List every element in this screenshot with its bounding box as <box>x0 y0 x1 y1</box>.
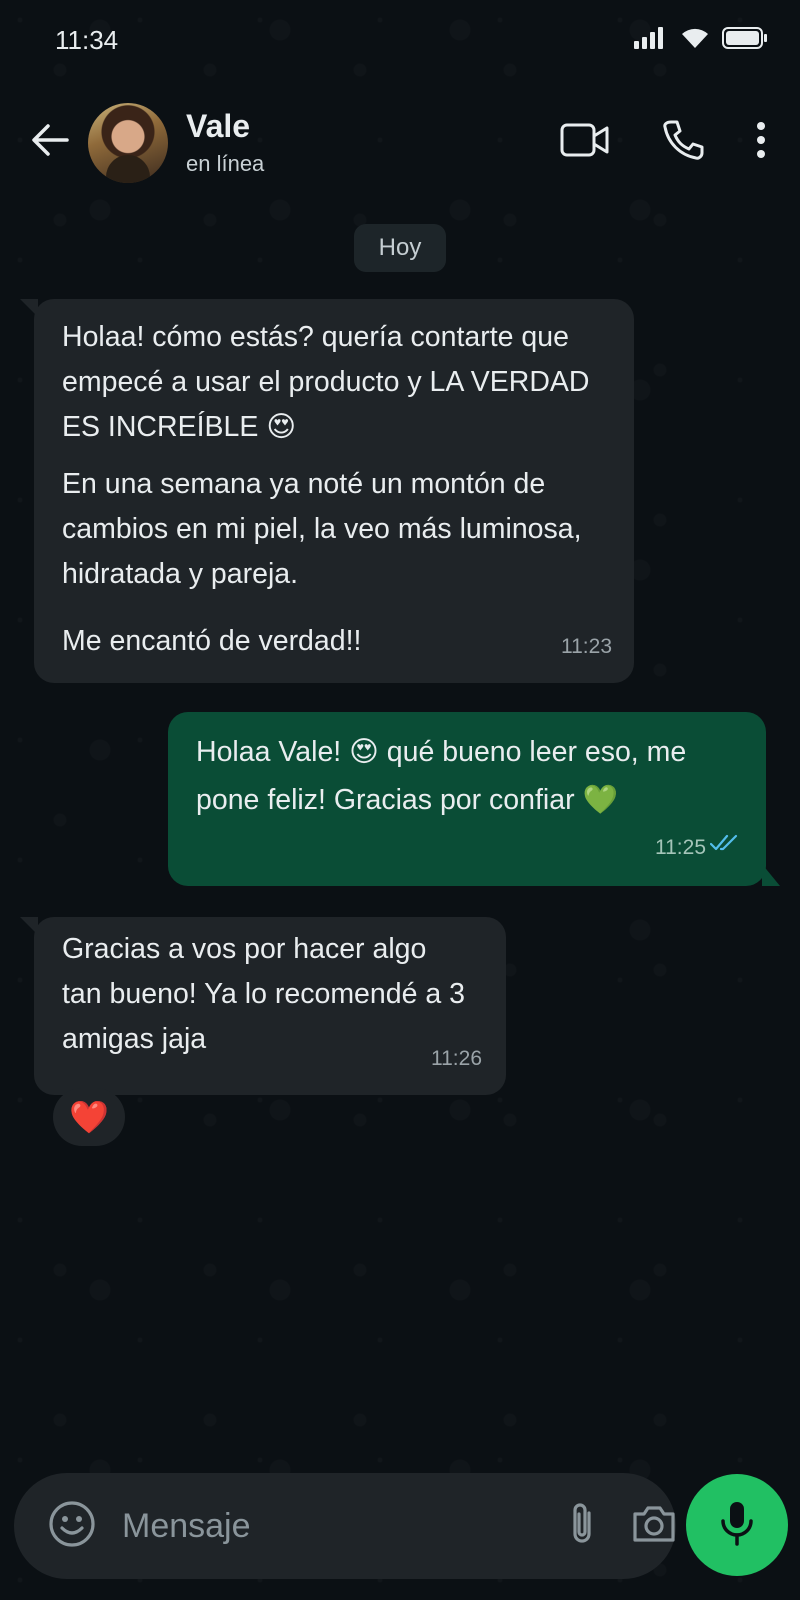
wifi-icon <box>680 26 710 55</box>
chat-header: Vale en línea <box>0 90 800 195</box>
message-input[interactable] <box>120 1505 567 1547</box>
double-check-icon <box>709 821 742 866</box>
video-call-button[interactable] <box>560 122 610 163</box>
header-actions <box>560 119 772 166</box>
date-chip: Hoy <box>354 224 446 272</box>
battery-icon <box>722 26 768 54</box>
emoji-icon <box>48 1500 96 1553</box>
message-text: Me encantó de verdad!! <box>62 625 362 657</box>
mic-icon <box>719 1500 755 1551</box>
bubble-tail <box>20 299 38 317</box>
reaction-badge[interactable]: ❤️ <box>53 1088 125 1146</box>
message-time: 11:25 <box>655 836 706 859</box>
status-time: 11:34 <box>55 24 119 55</box>
emoji-button[interactable] <box>48 1500 96 1553</box>
attach-icon <box>567 1501 597 1552</box>
more-options-button[interactable] <box>756 121 766 164</box>
message-text: Holaa! cómo estás? quería contarte que e… <box>62 321 590 443</box>
back-arrow-icon <box>31 123 69 162</box>
attach-button[interactable] <box>567 1501 597 1552</box>
camera-icon <box>631 1504 677 1549</box>
contact-status: en línea <box>186 151 265 176</box>
message-incoming[interactable]: Gracias a vos por hacer algo tan bueno! … <box>20 917 506 1095</box>
voice-call-button[interactable] <box>662 119 704 166</box>
contact-name: Vale <box>186 108 251 144</box>
bubble-tail <box>20 917 38 935</box>
chat-screen: 11:34 Vale en línea Hoy Holaa! cómo está… <box>0 0 800 1600</box>
message-input-bar <box>14 1473 676 1579</box>
heart-reaction: ❤️ <box>69 1099 109 1135</box>
avatar[interactable] <box>88 102 168 183</box>
message-text: En una semana ya noté un montón de cambi… <box>62 468 582 590</box>
voice-message-button[interactable] <box>686 1474 788 1576</box>
message-outgoing[interactable]: Holaa Vale! 😍 qué bueno leer eso, me pon… <box>168 712 780 886</box>
back-button[interactable] <box>28 121 72 165</box>
contact-info[interactable]: Vale en línea <box>186 108 264 177</box>
signal-icon <box>634 26 668 54</box>
video-call-icon <box>560 122 610 163</box>
message-text: Gracias a vos por hacer algo tan bueno! … <box>62 933 465 1055</box>
camera-button[interactable] <box>631 1504 677 1549</box>
status-icons <box>634 26 768 55</box>
phone-icon <box>662 119 704 166</box>
message-text: Holaa Vale! 😍 qué bueno leer eso, me pon… <box>196 736 687 816</box>
bubble-tail <box>762 864 780 886</box>
message-incoming[interactable]: Holaa! cómo estás? quería contarte que e… <box>20 299 634 683</box>
status-bar: 11:34 <box>0 0 800 80</box>
more-vert-icon <box>756 121 766 164</box>
message-time: 11:23 <box>561 635 612 658</box>
message-time: 11:26 <box>431 1047 482 1070</box>
